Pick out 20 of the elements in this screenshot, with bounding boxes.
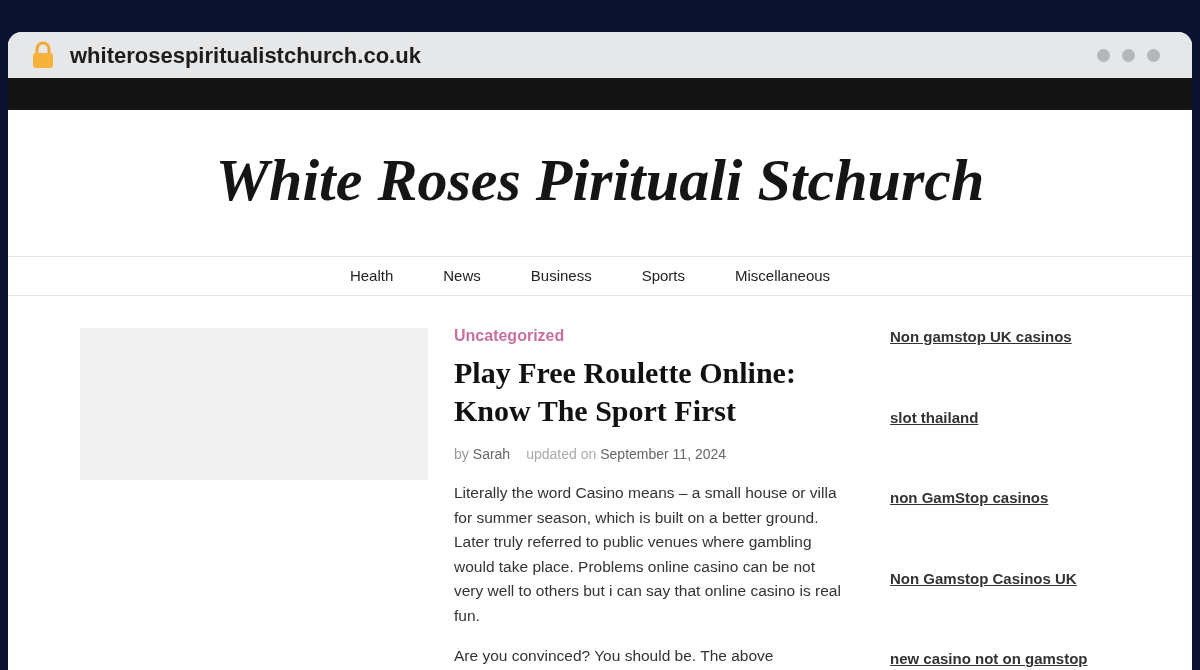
sidebar-link[interactable]: non GamStop casinos <box>890 487 1088 510</box>
post-date: September 11, 2024 <box>600 445 727 464</box>
sidebar-link[interactable]: Non Gamstop Casinos UK <box>890 567 1088 590</box>
nav-link[interactable]: Sports <box>641 264 686 288</box>
site-title[interactable]: White Roses Pirituali Stchurch <box>215 150 985 210</box>
nav-link[interactable]: Business <box>530 264 592 288</box>
author-link[interactable]: Sarah <box>472 444 511 465</box>
url-text[interactable]: whiterosespiritualistchurch.co.uk <box>70 38 1081 72</box>
nav-link[interactable]: Miscellaneous <box>735 264 831 288</box>
post-paragraph: Literally the word Casino means – a small house or villa for summer season, which is built on a better ground. Later truly referred to public venues where gambling would take place. Problems online casino can be not very well to others but i can say that online casino is real fun. <box>454 483 842 626</box>
sidebar-link[interactable]: Non gamstop UK casinos <box>890 326 1088 349</box>
updated-label: updated on <box>526 445 597 464</box>
byline-label: by <box>454 445 469 464</box>
lock-icon <box>32 41 54 69</box>
post-title[interactable]: Play Free Roulette Online: Know The Sport First <box>454 354 846 430</box>
post-paragraph: Are you convinced? You should be. The above <box>454 646 775 666</box>
nav-link[interactable]: News <box>443 264 481 288</box>
sidebar-link[interactable]: new casino not on gamstop <box>890 648 1088 670</box>
sidebar-link[interactable]: slot thailand <box>890 406 1088 429</box>
nav-link[interactable]: Health <box>349 264 394 288</box>
